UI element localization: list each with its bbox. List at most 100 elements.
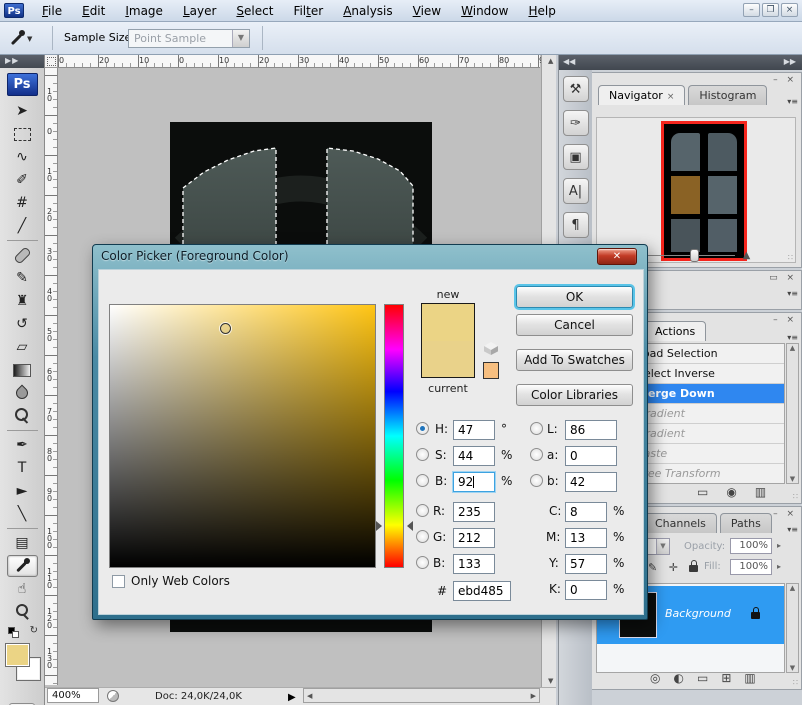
actions-scrollbar[interactable]: ▲▼ (786, 343, 799, 484)
zoom-tool[interactable] (7, 601, 38, 623)
hue-radio[interactable] (416, 422, 429, 435)
resize-grip[interactable]: ∷ (793, 492, 798, 501)
menu-item-view[interactable]: View (403, 2, 451, 20)
cancel-button[interactable]: Cancel (516, 314, 633, 336)
brushes-icon[interactable]: ✑ (563, 110, 589, 136)
horizontal-ruler[interactable]: 02010010203040506070809 (58, 55, 540, 68)
menu-item-window[interactable]: Window (451, 2, 518, 20)
lock-icons[interactable]: ✎ ✛ (648, 561, 698, 574)
vertical-ruler[interactable]: 100102030405060708090100110120130 (45, 68, 58, 685)
scroll-right-icon[interactable]: ▶ (528, 692, 539, 700)
rectangular-marquee-tool[interactable] (7, 123, 38, 145)
menu-item-filter[interactable]: Filter (283, 2, 333, 20)
panel-menu-icon[interactable]: ▾≡ (787, 97, 798, 106)
panels-collapse-button[interactable]: ▶▶ (592, 55, 802, 70)
eyedropper-tool[interactable] (7, 555, 38, 577)
hand-tool[interactable]: ☝ (7, 578, 38, 600)
resize-grip[interactable]: ∷ (788, 253, 793, 262)
type-tool[interactable]: T (7, 457, 38, 479)
brush-tool[interactable]: ✎ (7, 267, 38, 289)
panel-window-buttons[interactable]: ▭ × (769, 273, 797, 283)
tab-close-icon[interactable]: × (667, 92, 675, 102)
lab-l-radio[interactable] (530, 422, 543, 435)
spot-healing-brush-tool[interactable] (7, 244, 38, 266)
panel-menu-icon[interactable]: ▾≡ (787, 525, 798, 534)
quick-selection-tool[interactable]: ✐ (7, 169, 38, 191)
lasso-tool[interactable]: ∿ (7, 146, 38, 168)
panel-menu-icon[interactable]: ▾≡ (787, 333, 798, 342)
notes-tool[interactable]: ▤ (7, 532, 38, 554)
scroll-up-icon[interactable]: ▲ (545, 57, 556, 65)
panel-window-buttons[interactable]: – × (773, 509, 797, 519)
magenta-field[interactable]: 13 (565, 528, 607, 548)
scroll-down-icon[interactable]: ▼ (545, 677, 556, 685)
layers-scrollbar[interactable]: ▲▼ (786, 583, 799, 673)
cyan-field[interactable]: 8 (565, 502, 607, 522)
menu-item-image[interactable]: Image (115, 2, 173, 20)
horizontal-scrollbar[interactable]: ◀ ▶ (303, 688, 540, 703)
resize-grip[interactable]: ∷ (793, 678, 798, 687)
move-tool[interactable]: ➤ (7, 100, 38, 122)
tab-histogram[interactable]: Histogram (688, 85, 767, 105)
blur-tool[interactable] (7, 382, 38, 404)
only-web-colors-option[interactable]: Only Web Colors (112, 574, 230, 588)
eraser-tool[interactable]: ▱ (7, 336, 38, 358)
web-color-warning-icon[interactable] (484, 342, 498, 356)
toolbox-collapse-button[interactable]: ▶▶ (0, 55, 44, 68)
add-to-swatches-button[interactable]: Add To Swatches (516, 349, 633, 371)
brightness-field[interactable]: 92 (453, 472, 495, 492)
zoom-in-icon[interactable]: ▲ (743, 250, 751, 261)
adjustment-layer-icon[interactable]: ◐ (673, 671, 683, 685)
lab-a-field[interactable]: 0 (565, 446, 617, 466)
panel-menu-icon[interactable]: ▾≡ (787, 289, 798, 298)
menu-item-select[interactable]: Select (226, 2, 283, 20)
color-libraries-button[interactable]: Color Libraries (516, 384, 633, 406)
gradient-tool[interactable] (7, 359, 38, 381)
hue-slider[interactable] (384, 304, 404, 568)
dock-collapse-button[interactable]: ◀◀ (559, 55, 592, 70)
layer-mask-icon[interactable]: ◎ (650, 671, 660, 685)
menu-item-layer[interactable]: Layer (173, 2, 226, 20)
zoom-level-field[interactable]: 400% (47, 688, 99, 703)
clone-stamp-tool[interactable]: ♜ (7, 290, 38, 312)
path-selection-tool[interactable]: ► (7, 480, 38, 502)
blue-radio[interactable] (416, 556, 429, 569)
scroll-left-icon[interactable]: ◀ (304, 692, 315, 700)
foreground-color-swatch[interactable] (5, 643, 30, 667)
status-menu-arrow-icon[interactable]: ▶ (288, 692, 296, 703)
restore-button[interactable]: ❐ (762, 3, 779, 17)
menu-item-analysis[interactable]: Analysis (333, 2, 402, 20)
lab-a-radio[interactable] (530, 448, 543, 461)
history-brush-tool[interactable]: ↺ (7, 313, 38, 335)
lab-b-field[interactable]: 42 (565, 472, 617, 492)
blue-field[interactable]: 133 (453, 554, 495, 574)
hue-field[interactable]: 47 (453, 420, 495, 440)
hue-slider-arrow-right[interactable] (407, 521, 413, 531)
web-safe-color-swatch[interactable] (483, 362, 499, 379)
eyedropper-tool-preset[interactable]: ▼ (10, 28, 44, 49)
lock-all-icon[interactable] (689, 565, 698, 572)
ok-button[interactable]: OK (516, 286, 633, 308)
saturation-field[interactable]: 44 (453, 446, 495, 466)
dodge-tool[interactable] (7, 405, 38, 427)
line-tool[interactable]: ╲ (7, 503, 38, 525)
saturation-brightness-field[interactable] (109, 304, 376, 568)
paragraph-icon[interactable]: ¶ (563, 212, 589, 238)
new-layer-icon[interactable]: ⊞ (721, 671, 731, 685)
layer-group-icon[interactable]: ▭ (697, 671, 708, 685)
red-field[interactable]: 235 (453, 502, 495, 522)
menu-item-file[interactable]: File (32, 2, 72, 20)
sample-size-select[interactable]: Point Sample ▼ (128, 29, 250, 48)
stop-icon[interactable]: ▭ (697, 485, 708, 499)
green-field[interactable]: 212 (453, 528, 495, 548)
tab-channels[interactable]: Channels (644, 513, 717, 533)
green-radio[interactable] (416, 530, 429, 543)
delete-layer-icon[interactable]: ▥ (744, 671, 755, 685)
opacity-arrow-icon[interactable]: ▸ (777, 541, 781, 550)
record-icon[interactable]: ◉ (726, 485, 736, 499)
only-web-colors-checkbox[interactable] (112, 575, 125, 588)
yellow-field[interactable]: 57 (565, 554, 607, 574)
tab-paths[interactable]: Paths (720, 513, 772, 533)
slider-thumb[interactable] (690, 249, 699, 262)
crop-tool[interactable]: # (7, 192, 38, 214)
